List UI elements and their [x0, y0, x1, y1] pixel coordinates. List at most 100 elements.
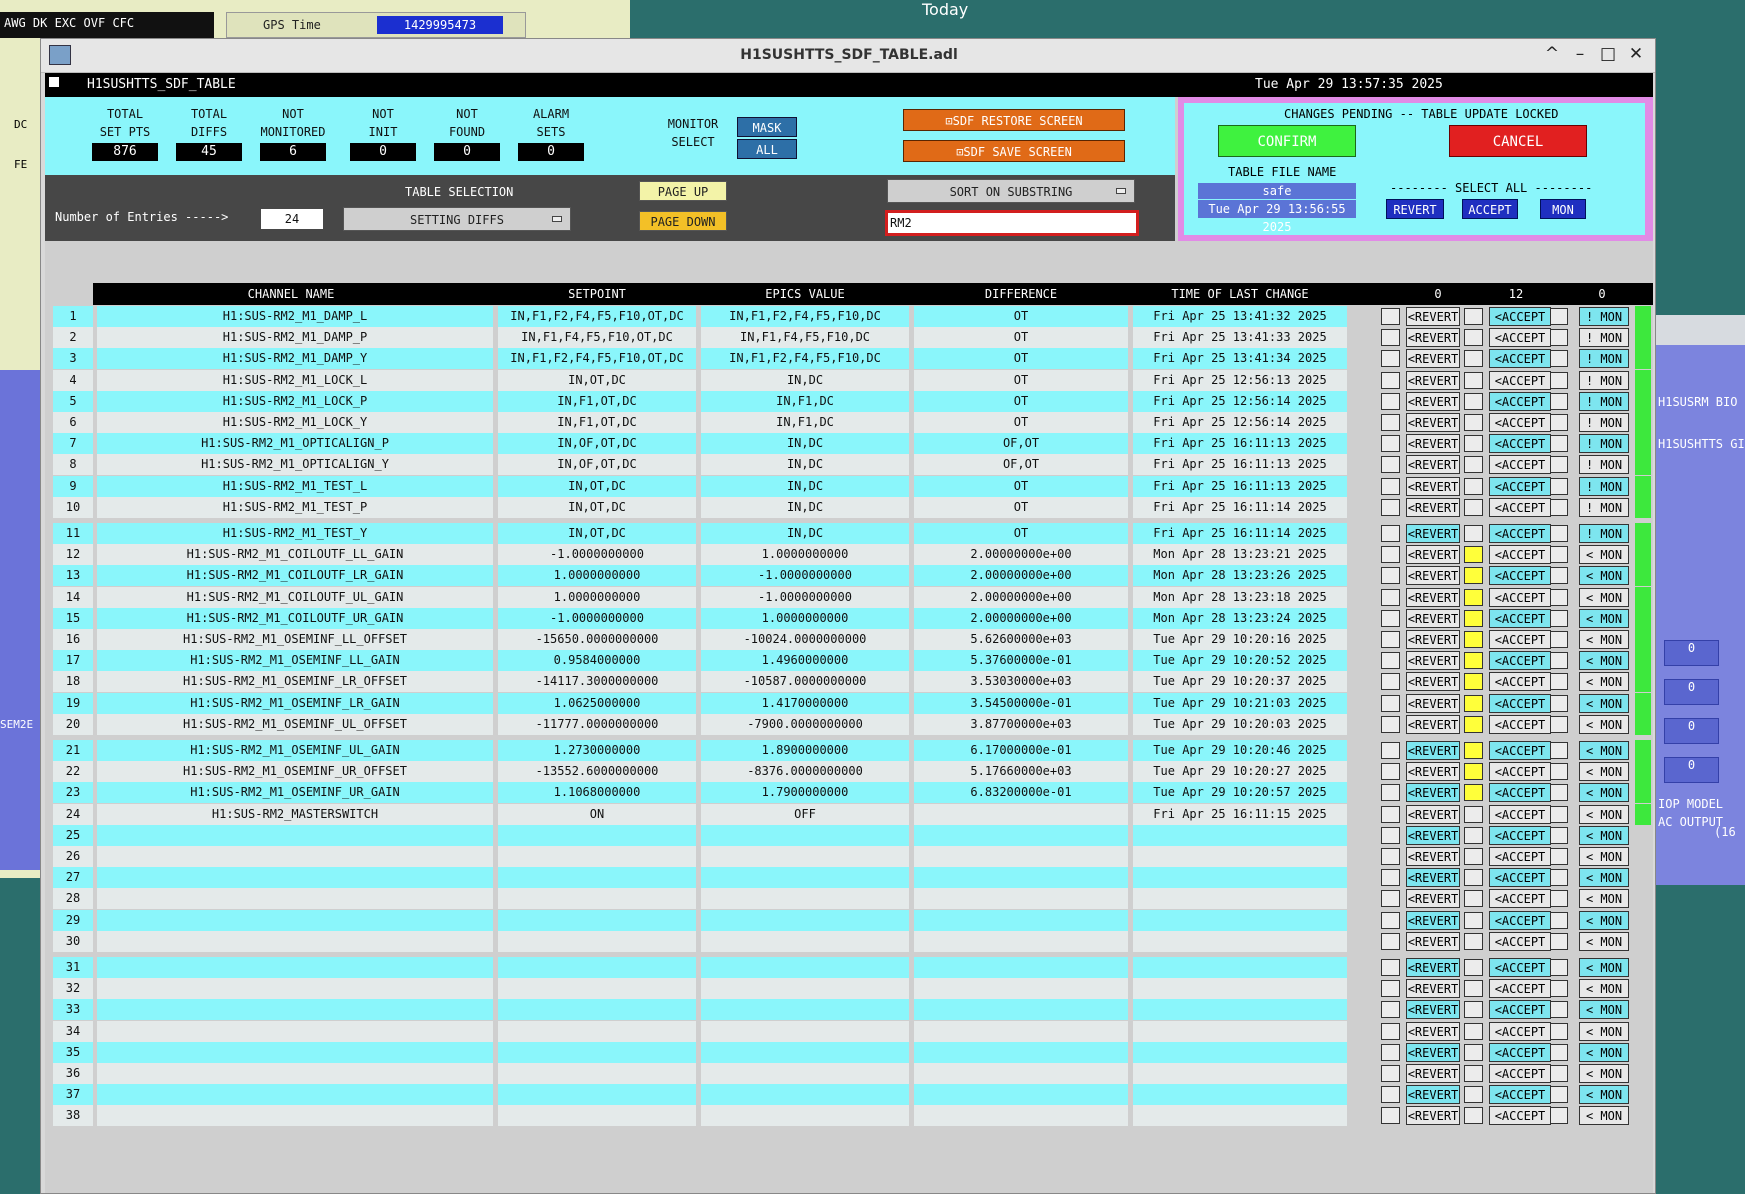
mon-button[interactable]: ! MON [1579, 434, 1629, 454]
accept-select-checkbox[interactable] [1464, 435, 1483, 453]
accept-select-checkbox[interactable] [1464, 546, 1483, 564]
mon-select-checkbox[interactable] [1549, 609, 1568, 627]
accept-button[interactable]: <ACCEPT [1489, 1021, 1551, 1041]
revert-button[interactable]: <REVERT [1406, 328, 1460, 348]
revert-select-checkbox[interactable] [1381, 805, 1400, 823]
revert-button[interactable]: <REVERT [1406, 630, 1460, 649]
mon-button[interactable]: < MON [1579, 931, 1629, 951]
mon-button[interactable]: < MON [1579, 1000, 1629, 1020]
mon-select-checkbox[interactable] [1549, 631, 1568, 648]
mon-select-checkbox[interactable] [1549, 932, 1568, 950]
mon-button[interactable]: ! MON [1579, 307, 1629, 326]
mon-select-checkbox[interactable] [1549, 567, 1568, 585]
revert-button[interactable]: <REVERT [1406, 889, 1460, 909]
revert-button[interactable]: <REVERT [1406, 783, 1460, 803]
mon-select-checkbox[interactable] [1549, 477, 1568, 495]
mon-button[interactable]: < MON [1579, 847, 1629, 866]
shade-icon[interactable]: ^ [1541, 44, 1563, 64]
accept-select-checkbox[interactable] [1464, 673, 1483, 691]
revert-button[interactable]: <REVERT [1406, 693, 1460, 713]
revert-button[interactable]: <REVERT [1406, 868, 1460, 888]
revert-select-checkbox[interactable] [1381, 715, 1400, 733]
menu-ovf[interactable]: OVF [84, 16, 106, 30]
mon-button[interactable]: ! MON [1579, 413, 1629, 432]
accept-select-checkbox[interactable] [1464, 414, 1483, 431]
accept-select-checkbox[interactable] [1464, 609, 1483, 627]
mon-button[interactable]: < MON [1579, 672, 1629, 692]
accept-button[interactable]: <ACCEPT [1489, 741, 1551, 760]
revert-select-checkbox[interactable] [1381, 763, 1400, 781]
mon-button[interactable]: < MON [1579, 741, 1629, 760]
mon-button[interactable]: < MON [1579, 1021, 1629, 1041]
accept-select-checkbox[interactable] [1464, 715, 1483, 733]
accept-button[interactable]: <ACCEPT [1489, 868, 1551, 888]
mon-button[interactable]: < MON [1579, 714, 1629, 734]
mon-select-checkbox[interactable] [1549, 308, 1568, 325]
mon-select-checkbox[interactable] [1549, 1043, 1568, 1061]
accept-button[interactable]: <ACCEPT [1489, 391, 1551, 411]
accept-button[interactable]: <ACCEPT [1489, 1042, 1551, 1062]
accept-button[interactable]: <ACCEPT [1489, 349, 1551, 369]
mon-button[interactable]: < MON [1579, 979, 1629, 999]
accept-button[interactable]: <ACCEPT [1489, 804, 1551, 824]
accept-select-checkbox[interactable] [1464, 392, 1483, 410]
accept-button[interactable]: <ACCEPT [1489, 672, 1551, 692]
revert-button[interactable]: <REVERT [1406, 587, 1460, 607]
accept-select-checkbox[interactable] [1464, 631, 1483, 648]
revert-select-checkbox[interactable] [1381, 392, 1400, 410]
revert-select-checkbox[interactable] [1381, 456, 1400, 474]
accept-select-checkbox[interactable] [1464, 652, 1483, 670]
revert-button[interactable]: <REVERT [1406, 672, 1460, 692]
mon-select-checkbox[interactable] [1549, 890, 1568, 908]
revert-button[interactable]: <REVERT [1406, 847, 1460, 866]
accept-select-checkbox[interactable] [1464, 694, 1483, 712]
revert-select-checkbox[interactable] [1381, 1043, 1400, 1061]
revert-select-checkbox[interactable] [1381, 588, 1400, 606]
revert-select-checkbox[interactable] [1381, 631, 1400, 648]
mon-select-checkbox[interactable] [1549, 980, 1568, 998]
mon-button[interactable]: < MON [1579, 587, 1629, 607]
accept-button[interactable]: <ACCEPT [1489, 783, 1551, 803]
accept-button[interactable]: <ACCEPT [1489, 931, 1551, 951]
accept-button[interactable]: <ACCEPT [1489, 370, 1551, 390]
accept-select-checkbox[interactable] [1464, 932, 1483, 950]
revert-button[interactable]: <REVERT [1406, 1085, 1460, 1105]
mon-button[interactable]: < MON [1579, 566, 1629, 586]
mon-select-checkbox[interactable] [1549, 414, 1568, 431]
mon-select-checkbox[interactable] [1549, 959, 1568, 976]
revert-button[interactable]: <REVERT [1406, 608, 1460, 628]
accept-button[interactable]: <ACCEPT [1489, 328, 1551, 348]
revert-select-checkbox[interactable] [1381, 477, 1400, 495]
mon-button[interactable]: ! MON [1579, 455, 1629, 475]
revert-select-checkbox[interactable] [1381, 694, 1400, 712]
accept-button[interactable]: <ACCEPT [1489, 651, 1551, 671]
mon-button[interactable]: ! MON [1579, 349, 1629, 369]
revert-select-checkbox[interactable] [1381, 371, 1400, 389]
accept-select-checkbox[interactable] [1464, 498, 1483, 516]
accept-button[interactable]: <ACCEPT [1489, 762, 1551, 782]
revert-select-checkbox[interactable] [1381, 308, 1400, 325]
revert-button[interactable]: <REVERT [1406, 524, 1460, 543]
accept-select-checkbox[interactable] [1464, 826, 1483, 844]
accept-button[interactable]: <ACCEPT [1489, 587, 1551, 607]
accept-button[interactable]: <ACCEPT [1489, 413, 1551, 432]
accept-select-checkbox[interactable] [1464, 525, 1483, 542]
revert-button[interactable]: <REVERT [1406, 434, 1460, 454]
mon-select-checkbox[interactable] [1549, 371, 1568, 389]
accept-select-checkbox[interactable] [1464, 1107, 1483, 1125]
mon-select-checkbox[interactable] [1549, 588, 1568, 606]
accept-select-checkbox[interactable] [1464, 350, 1483, 368]
minimize-icon[interactable]: – [1569, 44, 1591, 64]
accept-button[interactable]: <ACCEPT [1489, 307, 1551, 326]
mon-button[interactable]: < MON [1579, 693, 1629, 713]
mon-button[interactable]: < MON [1579, 545, 1629, 565]
accept-select-checkbox[interactable] [1464, 1043, 1483, 1061]
mon-select-checkbox[interactable] [1549, 329, 1568, 347]
revert-select-checkbox[interactable] [1381, 435, 1400, 453]
maximize-icon[interactable]: □ [1597, 44, 1619, 64]
accept-select-checkbox[interactable] [1464, 848, 1483, 865]
menu-cfc[interactable]: CFC [112, 16, 134, 30]
accept-select-checkbox[interactable] [1464, 980, 1483, 998]
mon-button[interactable]: < MON [1579, 804, 1629, 824]
mon-button[interactable]: < MON [1579, 608, 1629, 628]
